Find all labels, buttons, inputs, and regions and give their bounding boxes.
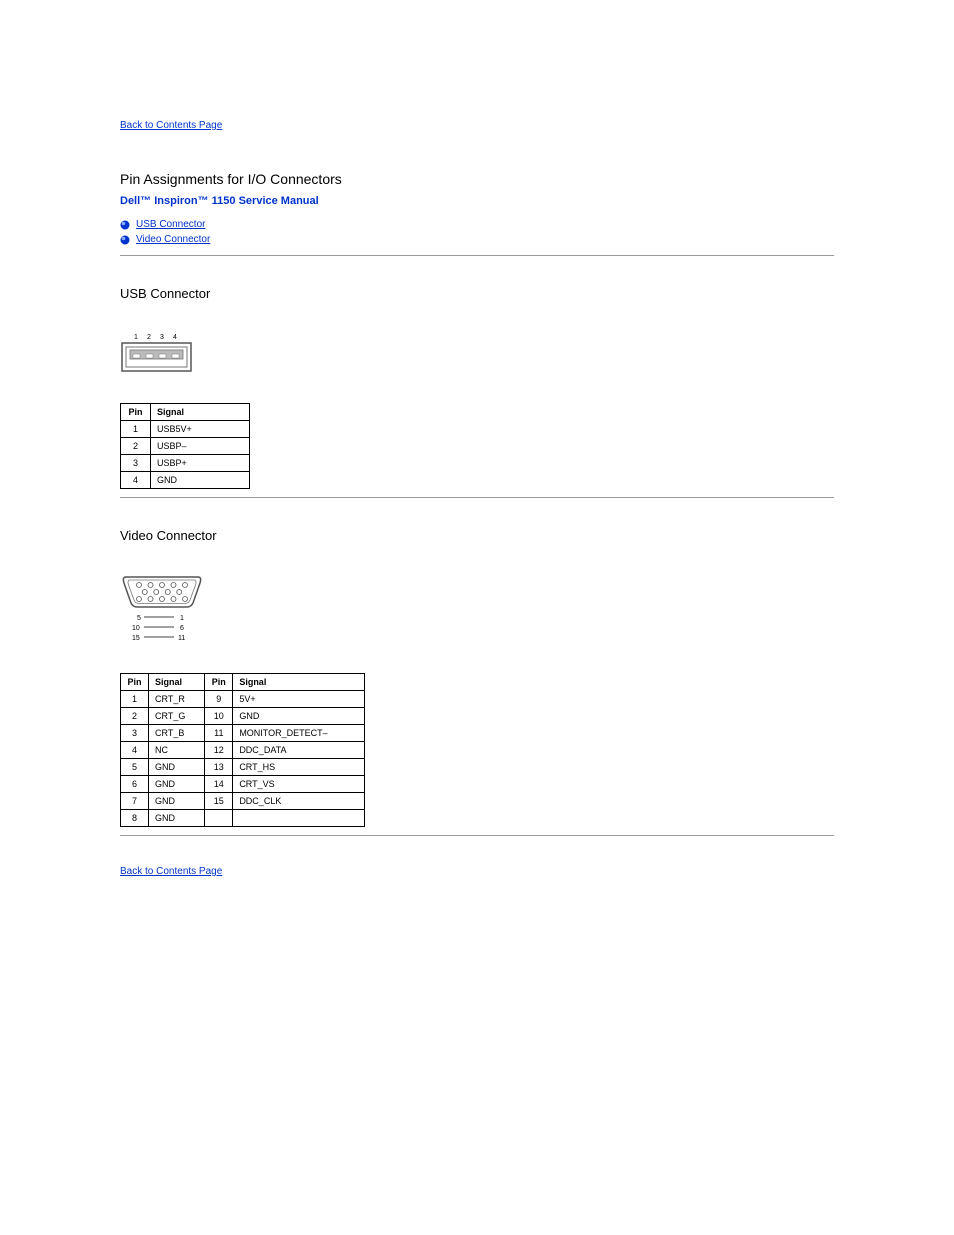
toc-list: USB Connector Video Connector [120,219,834,245]
cell-signal: USBP+ [151,455,250,472]
cell-pin [205,810,233,827]
usb-section-title: USB Connector [120,286,834,301]
cell-signal: GND [149,810,205,827]
usb-pin-table: Pin Signal 1 USB5V+ 2 USBP– 3 USBP+ 4 GN… [120,403,250,489]
table-row: 2 CRT_G 10 GND [121,708,365,725]
cell-pin: 7 [121,793,149,810]
th-signal: Signal [151,404,250,421]
cell-pin: 3 [121,455,151,472]
cell-signal [233,810,365,827]
video-connector-diagram: 5 1 10 6 15 11 [120,573,204,643]
th-signal: Signal [149,674,205,691]
th-pin: Pin [121,674,149,691]
svg-text:4: 4 [173,334,177,341]
page-title: Pin Assignments for I/O Connectors [120,171,834,187]
toc-item: USB Connector [120,219,834,230]
divider [120,835,834,836]
svg-text:6: 6 [180,625,184,632]
divider [120,255,834,256]
bullet-icon [120,220,130,230]
toc-item: Video Connector [120,234,834,245]
svg-text:2: 2 [147,334,151,341]
table-row: 6 GND 14 CRT_VS [121,776,365,793]
toc-link-usb[interactable]: USB Connector [136,219,205,230]
cell-pin: 4 [121,742,149,759]
table-row: 4 NC 12 DDC_DATA [121,742,365,759]
cell-signal: GND [149,759,205,776]
table-row: 1 CRT_R 9 5V+ [121,691,365,708]
cell-signal: GND [233,708,365,725]
cell-signal: GND [149,793,205,810]
cell-pin: 5 [121,759,149,776]
table-row: 8 GND [121,810,365,827]
svg-text:15: 15 [132,635,140,642]
cell-pin: 11 [205,725,233,742]
cell-pin: 15 [205,793,233,810]
back-to-contents-top[interactable]: Back to Contents Page [120,120,222,131]
video-section-title: Video Connector [120,528,834,543]
cell-signal: DDC_DATA [233,742,365,759]
table-row: 3 CRT_B 11 MONITOR_DETECT– [121,725,365,742]
cell-pin: 1 [121,421,151,438]
cell-signal: DDC_CLK [233,793,365,810]
bullet-icon [120,235,130,245]
toc-link-video[interactable]: Video Connector [136,234,210,245]
svg-text:1: 1 [180,615,184,622]
cell-pin: 4 [121,472,151,489]
cell-signal: CRT_G [149,708,205,725]
svg-text:3: 3 [160,334,164,341]
cell-signal: CRT_VS [233,776,365,793]
cell-pin: 8 [121,810,149,827]
cell-signal: GND [151,472,250,489]
cell-signal: USB5V+ [151,421,250,438]
cell-signal: CRT_R [149,691,205,708]
cell-signal: CRT_B [149,725,205,742]
manual-title: Dell™ Inspiron™ 1150 Service Manual [120,195,834,207]
cell-pin: 6 [121,776,149,793]
cell-pin: 13 [205,759,233,776]
th-signal: Signal [233,674,365,691]
cell-pin: 9 [205,691,233,708]
cell-pin: 14 [205,776,233,793]
cell-signal: 5V+ [233,691,365,708]
cell-pin: 2 [121,438,151,455]
cell-pin: 10 [205,708,233,725]
cell-signal: NC [149,742,205,759]
table-row: 2 USBP– [121,438,250,455]
back-to-contents-bottom[interactable]: Back to Contents Page [120,866,222,877]
table-header-row: Pin Signal Pin Signal [121,674,365,691]
table-header-row: Pin Signal [121,404,250,421]
table-row: 3 USBP+ [121,455,250,472]
cell-pin: 12 [205,742,233,759]
divider [120,497,834,498]
svg-text:1: 1 [134,334,138,341]
cell-signal: GND [149,776,205,793]
video-pin-table: Pin Signal Pin Signal 1 CRT_R 9 5V+ 2 CR… [120,673,365,827]
cell-signal: USBP– [151,438,250,455]
th-pin: Pin [205,674,233,691]
svg-text:10: 10 [132,625,140,632]
svg-text:5: 5 [137,615,141,622]
cell-signal: MONITOR_DETECT– [233,725,365,742]
cell-signal: CRT_HS [233,759,365,776]
table-row: 4 GND [121,472,250,489]
th-pin: Pin [121,404,151,421]
svg-text:11: 11 [178,635,185,642]
usb-connector-diagram: 1 2 3 4 [120,331,193,373]
table-row: 1 USB5V+ [121,421,250,438]
table-row: 7 GND 15 DDC_CLK [121,793,365,810]
cell-pin: 3 [121,725,149,742]
cell-pin: 1 [121,691,149,708]
cell-pin: 2 [121,708,149,725]
table-row: 5 GND 13 CRT_HS [121,759,365,776]
